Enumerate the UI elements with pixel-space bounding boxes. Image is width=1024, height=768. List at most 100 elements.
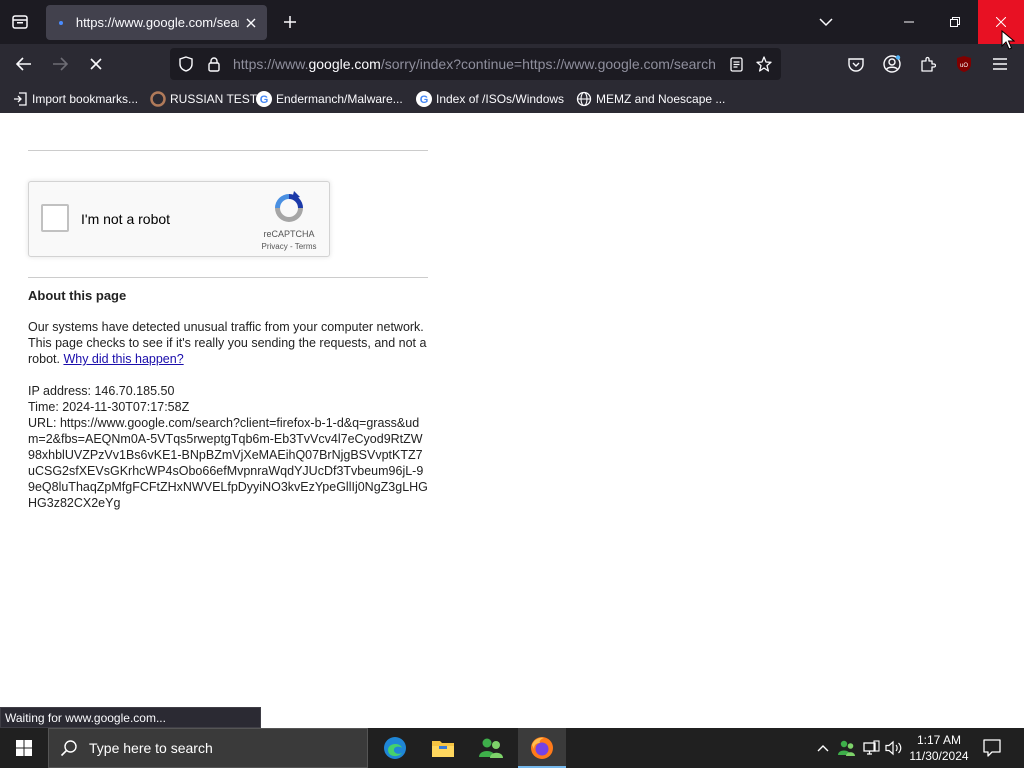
bookmark-star-button[interactable] — [756, 56, 772, 72]
puzzle-icon — [921, 56, 936, 72]
new-tab-button[interactable] — [276, 8, 304, 36]
pocket-icon — [848, 57, 864, 72]
arrow-left-icon — [16, 57, 31, 71]
divider — [28, 277, 428, 278]
tab-bar: https://www.google.com/search?client=fir… — [0, 0, 1024, 44]
page-content: I'm not a robot reCAPTCHA Privacy - Term… — [0, 113, 1024, 728]
bookmark-favicon — [150, 91, 166, 107]
reader-view-button[interactable] — [728, 56, 744, 72]
bookmark-endermanch[interactable]: G Endermanch/Malware... — [256, 89, 403, 109]
taskbar-clock[interactable]: 1:17 AM 11/30/2024 — [904, 732, 974, 764]
firefox-view-icon — [12, 15, 28, 29]
tracking-protection-icon[interactable] — [178, 56, 194, 72]
extensions-button[interactable] — [918, 54, 938, 74]
edge-icon — [384, 737, 406, 759]
terms-link[interactable]: Terms — [295, 242, 317, 251]
network-icon[interactable] — [861, 738, 881, 758]
bookmark-label: RUSSIAN TEST — [170, 92, 258, 106]
firefox-view-button[interactable] — [6, 8, 34, 36]
bookmark-label: MEMZ and Noescape ... — [596, 92, 726, 106]
taskbar-people[interactable] — [467, 728, 515, 768]
recaptcha-checkbox[interactable] — [41, 204, 69, 232]
folder-icon — [432, 741, 454, 757]
nav-bar: https://www.google.com/sorry/index?conti… — [0, 44, 1024, 84]
stop-button[interactable] — [82, 50, 110, 78]
tray-people-icon[interactable] — [837, 738, 857, 758]
back-button[interactable] — [10, 50, 38, 78]
import-icon — [12, 91, 28, 107]
firefox-icon — [531, 737, 553, 759]
app-menu-button[interactable] — [990, 54, 1010, 74]
bookmark-memz[interactable]: MEMZ and Noescape ... — [576, 89, 725, 109]
action-center-button[interactable] — [980, 736, 1004, 760]
why-link[interactable]: Why did this happen? — [63, 352, 183, 366]
hamburger-menu-icon — [993, 58, 1007, 70]
taskbar-firefox[interactable] — [518, 728, 566, 768]
mouse-cursor-icon — [1001, 30, 1015, 50]
url-host: google.com — [308, 56, 381, 72]
google-icon: G — [256, 91, 272, 107]
close-icon — [996, 17, 1006, 27]
people-icon — [838, 740, 855, 756]
taskbar-edge[interactable] — [371, 728, 419, 768]
loading-dot-icon — [56, 18, 66, 28]
active-tab[interactable]: https://www.google.com/search?client=fir… — [46, 5, 267, 40]
divider — [28, 150, 428, 151]
chevron-down-icon — [819, 18, 833, 27]
lock-icon — [208, 56, 220, 72]
windows-logo-icon — [16, 740, 32, 756]
bookmark-label: Index of /ISOs/Windows — [436, 92, 565, 106]
recaptcha-links: Privacy - Terms — [251, 242, 327, 251]
site-info-icon[interactable] — [206, 56, 222, 72]
pocket-button[interactable] — [846, 54, 866, 74]
search-placeholder: Type here to search — [89, 740, 213, 756]
recaptcha-brand: reCAPTCHA — [263, 229, 315, 239]
tab-close-button[interactable] — [243, 15, 259, 31]
restore-icon — [950, 17, 960, 27]
volume-icon[interactable] — [884, 738, 904, 758]
recaptcha-widget: I'm not a robot reCAPTCHA Privacy - Term… — [28, 181, 330, 257]
svg-text:G: G — [420, 94, 429, 106]
bookmark-import[interactable]: Import bookmarks... — [12, 89, 138, 109]
url-bar[interactable]: https://www.google.com/sorry/index?conti… — [170, 48, 781, 80]
network-icon — [863, 740, 880, 755]
taskbar-file-explorer[interactable] — [419, 728, 467, 768]
recaptcha-logo-icon — [275, 191, 303, 222]
start-button[interactable] — [0, 728, 48, 768]
taskbar: Type here to search 1:17 AM 11/30/2024 — [0, 728, 1024, 768]
minimize-icon — [904, 21, 914, 23]
show-hidden-icons-button[interactable] — [813, 738, 833, 758]
taskbar-search-box[interactable]: Type here to search — [48, 728, 368, 768]
bookmark-russian-test[interactable]: RUSSIAN TEST — [150, 89, 257, 109]
ublock-icon: uO — [957, 56, 971, 72]
account-button[interactable] — [882, 54, 902, 74]
forward-button[interactable] — [46, 50, 74, 78]
bookmarks-toolbar: Import bookmarks... RUSSIAN TEST G Ender… — [0, 84, 1024, 113]
ublock-origin-button[interactable]: uO — [954, 54, 974, 74]
clock-time: 1:17 AM — [916, 733, 962, 747]
privacy-link[interactable]: Privacy — [262, 242, 288, 251]
link-separator: - — [287, 242, 295, 251]
request-info: IP address: 146.70.185.50 Time: 2024-11-… — [28, 383, 428, 511]
notification-icon — [983, 739, 1001, 757]
stop-icon — [90, 58, 102, 70]
bookmark-isos-windows[interactable]: G Index of /ISOs/Windows — [416, 89, 564, 109]
about-text: Our systems have detected unusual traffi… — [28, 319, 428, 367]
restore-button[interactable] — [932, 0, 978, 44]
plus-icon — [284, 16, 296, 28]
star-icon — [756, 56, 772, 72]
chevron-up-icon — [817, 745, 829, 752]
recaptcha-label: I'm not a robot — [81, 211, 171, 227]
people-icon — [479, 738, 503, 758]
list-all-tabs-button[interactable] — [812, 8, 840, 36]
request-time: Time: 2024-11-30T07:17:58Z — [28, 400, 190, 414]
svg-text:uO: uO — [960, 63, 968, 69]
google-icon: G — [416, 91, 432, 107]
speaker-icon — [885, 740, 902, 756]
shield-icon — [179, 56, 193, 72]
minimize-button[interactable] — [886, 0, 932, 44]
url-text[interactable]: https://www.google.com/sorry/index?conti… — [233, 56, 715, 72]
clock-date: 11/30/2024 — [909, 749, 969, 763]
bookmark-label: Import bookmarks... — [32, 92, 139, 106]
ip-address: IP address: 146.70.185.50 — [28, 384, 175, 398]
